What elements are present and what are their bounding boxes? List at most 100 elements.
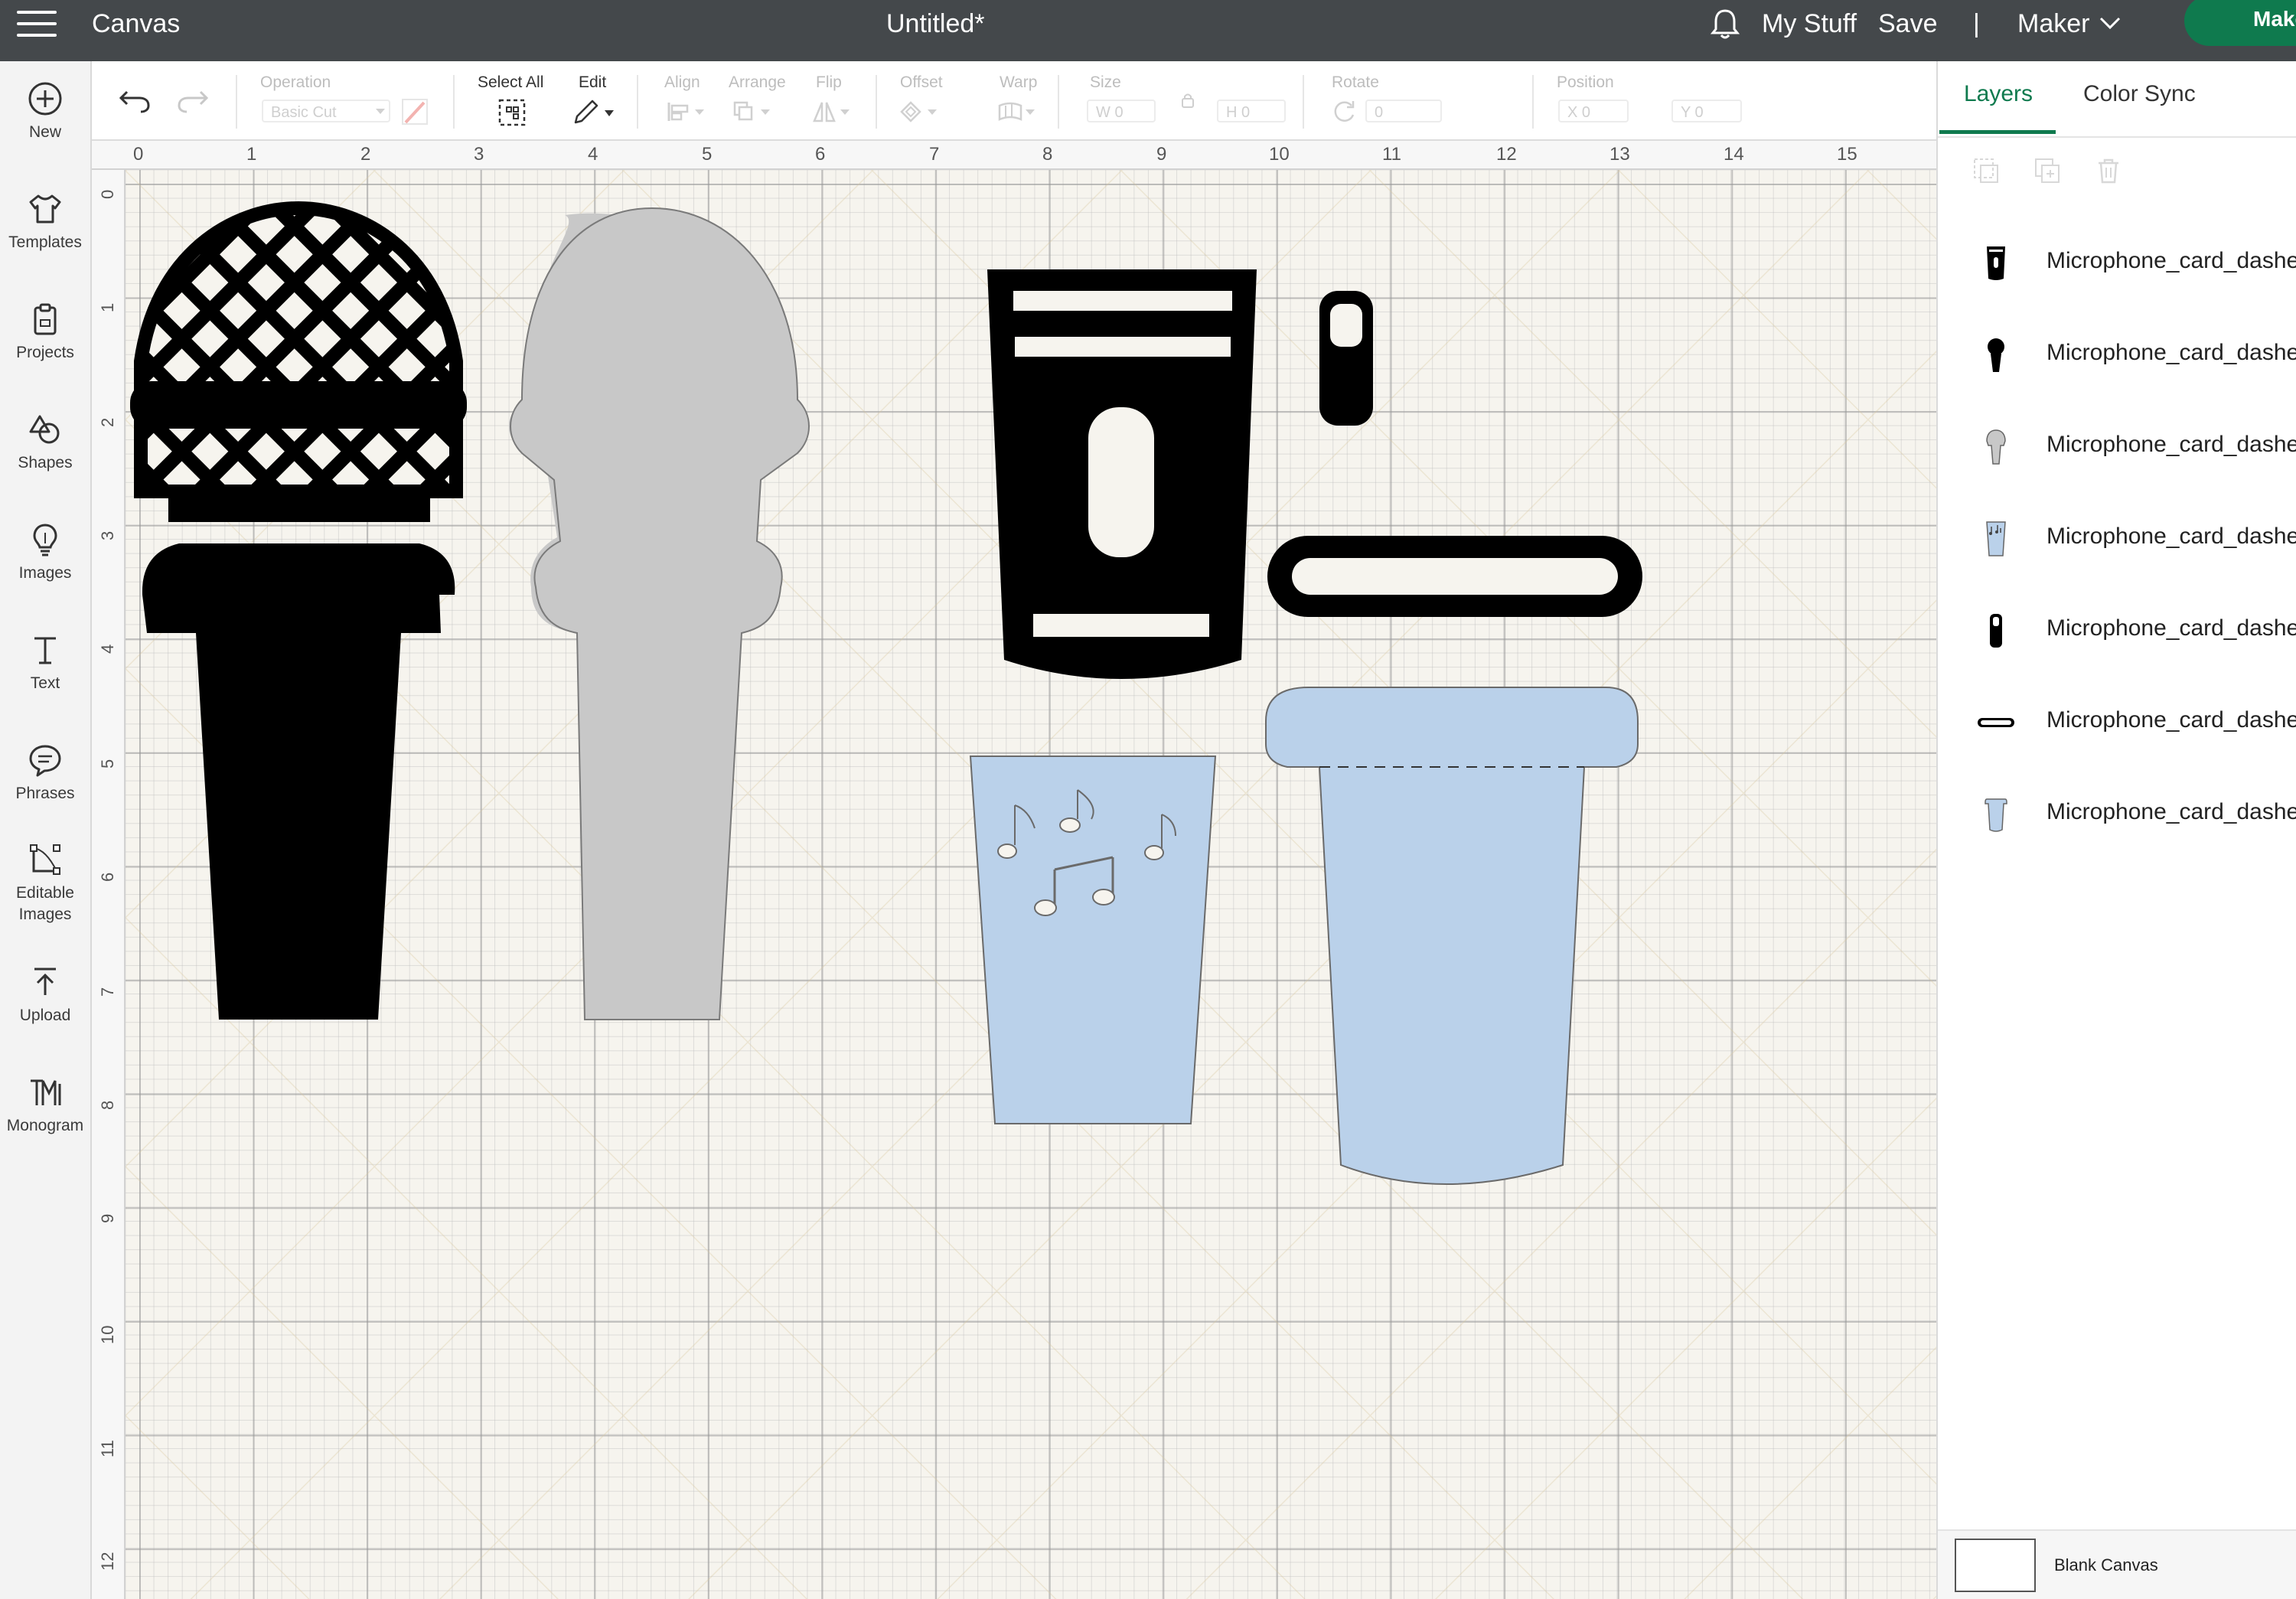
gray-mic-thumb <box>1986 429 2006 465</box>
bell-icon[interactable] <box>1708 6 1742 41</box>
ruler-left-label: 11 <box>98 1440 117 1457</box>
ruler-left-label: 12 <box>98 1552 117 1571</box>
sidebar-item-templates[interactable]: Templates <box>0 191 90 253</box>
sidebar-item-new[interactable]: New <box>0 81 90 142</box>
black-band-layer[interactable] <box>1267 536 1642 617</box>
layer-row[interactable]: Microphone_card_dashe <box>1938 409 2296 485</box>
warp-icon[interactable] <box>996 100 1039 124</box>
select-all-icon[interactable] <box>497 98 527 127</box>
position-x-letter: X <box>1567 104 1578 121</box>
layer-name: Microphone_card_dashe <box>2047 707 2296 733</box>
layer-row[interactable]: Microphone_card_dashe <box>1938 776 2296 853</box>
operation-select[interactable]: Basic Cut <box>262 100 390 122</box>
ruler-top-label: 11 <box>1382 144 1401 165</box>
sidebar-label-shapes: Shapes <box>18 454 73 472</box>
save-button[interactable]: Save <box>1878 0 1938 61</box>
menu-icon[interactable] <box>17 11 57 38</box>
toolbar-divider <box>1303 75 1304 129</box>
sidebar-item-projects[interactable]: Projects <box>0 302 90 363</box>
ruler-left-label: 2 <box>98 417 117 427</box>
color-swatch-icon[interactable] <box>401 98 429 126</box>
group-icon[interactable] <box>1971 156 2001 185</box>
sidebar-item-editable-images[interactable]: Editable Images <box>0 842 90 925</box>
layer-row[interactable]: Microphone_card_dashe <box>1938 684 2296 761</box>
offset-icon[interactable] <box>899 100 941 124</box>
blank-canvas-row[interactable]: Blank Canvas <box>1938 1529 2296 1599</box>
operation-label: Operation <box>260 73 331 91</box>
layer-row[interactable]: Microphone_card_dashe <box>1938 317 2296 393</box>
undo-icon[interactable] <box>118 84 152 115</box>
layer-row[interactable]: Microphone_card_dashe <box>1938 592 2296 669</box>
black-mic-thumb <box>1988 338 2004 372</box>
select-all-label: Select All <box>478 73 544 91</box>
sidebar-item-images[interactable]: Images <box>0 522 90 583</box>
chevron-down-icon[interactable] <box>2099 15 2122 31</box>
ruler-top-label: 10 <box>1269 144 1290 165</box>
width-field[interactable]: W 0 <box>1087 100 1156 122</box>
flip-icon[interactable] <box>811 100 854 124</box>
active-tab-indicator <box>1939 130 2056 134</box>
tab-color-sync[interactable]: Color Sync <box>2083 81 2196 107</box>
edit-toolbar: Operation Basic Cut Select All Edit Alig… <box>92 61 1936 141</box>
ruler-top-label: 15 <box>1837 144 1857 165</box>
sidebar-item-upload[interactable]: Upload <box>0 964 90 1026</box>
width-value: 0 <box>1114 104 1124 121</box>
tab-layers[interactable]: Layers <box>1964 81 2033 107</box>
arrange-label: Arrange <box>729 73 786 91</box>
rotate-field[interactable]: 0 <box>1365 100 1442 122</box>
sidebar-item-shapes[interactable]: Shapes <box>0 412 90 473</box>
arrange-icon[interactable] <box>732 100 775 124</box>
duplicate-icon[interactable] <box>2033 156 2062 185</box>
layer-row[interactable]: Microphone_card_dashe <box>1938 225 2296 302</box>
app-name: Canvas <box>92 9 181 38</box>
position-y-field[interactable]: Y 0 <box>1671 100 1742 122</box>
layer-row[interactable]: Microphone_card_dashe <box>1938 501 2296 577</box>
black-switch-layer[interactable] <box>1319 291 1373 426</box>
layers-panel: Layers Color Sync Microphone_card_dashe … <box>1936 61 2296 1599</box>
width-letter: W <box>1096 104 1110 121</box>
sidebar-label-editable: Editable <box>16 884 74 902</box>
rotate-label: Rotate <box>1332 73 1379 91</box>
blue-notes-cup-layer[interactable] <box>969 755 1217 1124</box>
ruler-top-label: 14 <box>1724 144 1744 165</box>
make-button[interactable]: Make <box>2184 0 2296 46</box>
layer-name: Microphone_card_dashe <box>2047 799 2296 824</box>
ruler-top-label: 0 <box>133 144 144 165</box>
ruler-top: 0 1 2 3 4 5 6 7 8 9 10 11 12 13 14 15 <box>92 141 1936 170</box>
position-x-field[interactable]: X 0 <box>1558 100 1629 122</box>
align-icon[interactable] <box>666 100 709 124</box>
shapes-icon <box>29 415 60 444</box>
machine-selector[interactable]: Maker <box>2017 0 2089 61</box>
document-title[interactable]: Untitled* <box>886 0 985 61</box>
my-stuff-link[interactable]: My Stuff <box>1762 0 1857 61</box>
layer-name: Microphone_card_dashe <box>2047 432 2296 457</box>
toolbar-divider <box>1058 75 1059 129</box>
pencil-edit-icon[interactable] <box>571 98 617 126</box>
design-canvas[interactable] <box>126 170 1936 1599</box>
black-cup-layer[interactable] <box>987 269 1257 679</box>
blank-canvas-swatch[interactable] <box>1955 1539 2036 1592</box>
ruler-left-label: 10 <box>98 1325 117 1344</box>
operation-dropdown-icon <box>376 109 385 114</box>
clipboard-icon <box>34 303 57 335</box>
lock-icon[interactable] <box>1180 92 1195 109</box>
ruler-top-label: 3 <box>474 144 484 165</box>
position-label: Position <box>1557 73 1614 91</box>
sidebar-item-text[interactable]: Text <box>0 632 90 693</box>
trash-icon[interactable] <box>2094 156 2123 185</box>
align-label: Align <box>664 73 700 91</box>
sidebar-label-text: Text <box>30 674 60 692</box>
sidebar-label-upload: Upload <box>19 1007 71 1024</box>
redo-icon[interactable] <box>176 84 210 115</box>
top-bar: Canvas Untitled* My Stuff Save | Maker M… <box>0 0 2296 61</box>
speech-bubble-icon <box>29 745 61 777</box>
position-x-value: 0 <box>1581 104 1591 121</box>
sidebar-item-phrases[interactable]: Phrases <box>0 742 90 804</box>
height-field[interactable]: H 0 <box>1217 100 1286 122</box>
sidebar-item-monogram[interactable]: Monogram <box>0 1075 90 1136</box>
ruler-left-label: 9 <box>98 1213 117 1223</box>
flip-label: Flip <box>816 73 842 91</box>
panel-divider <box>1938 136 2296 138</box>
header-separator: | <box>1973 9 1980 38</box>
ruler-top-label: 13 <box>1609 144 1630 165</box>
